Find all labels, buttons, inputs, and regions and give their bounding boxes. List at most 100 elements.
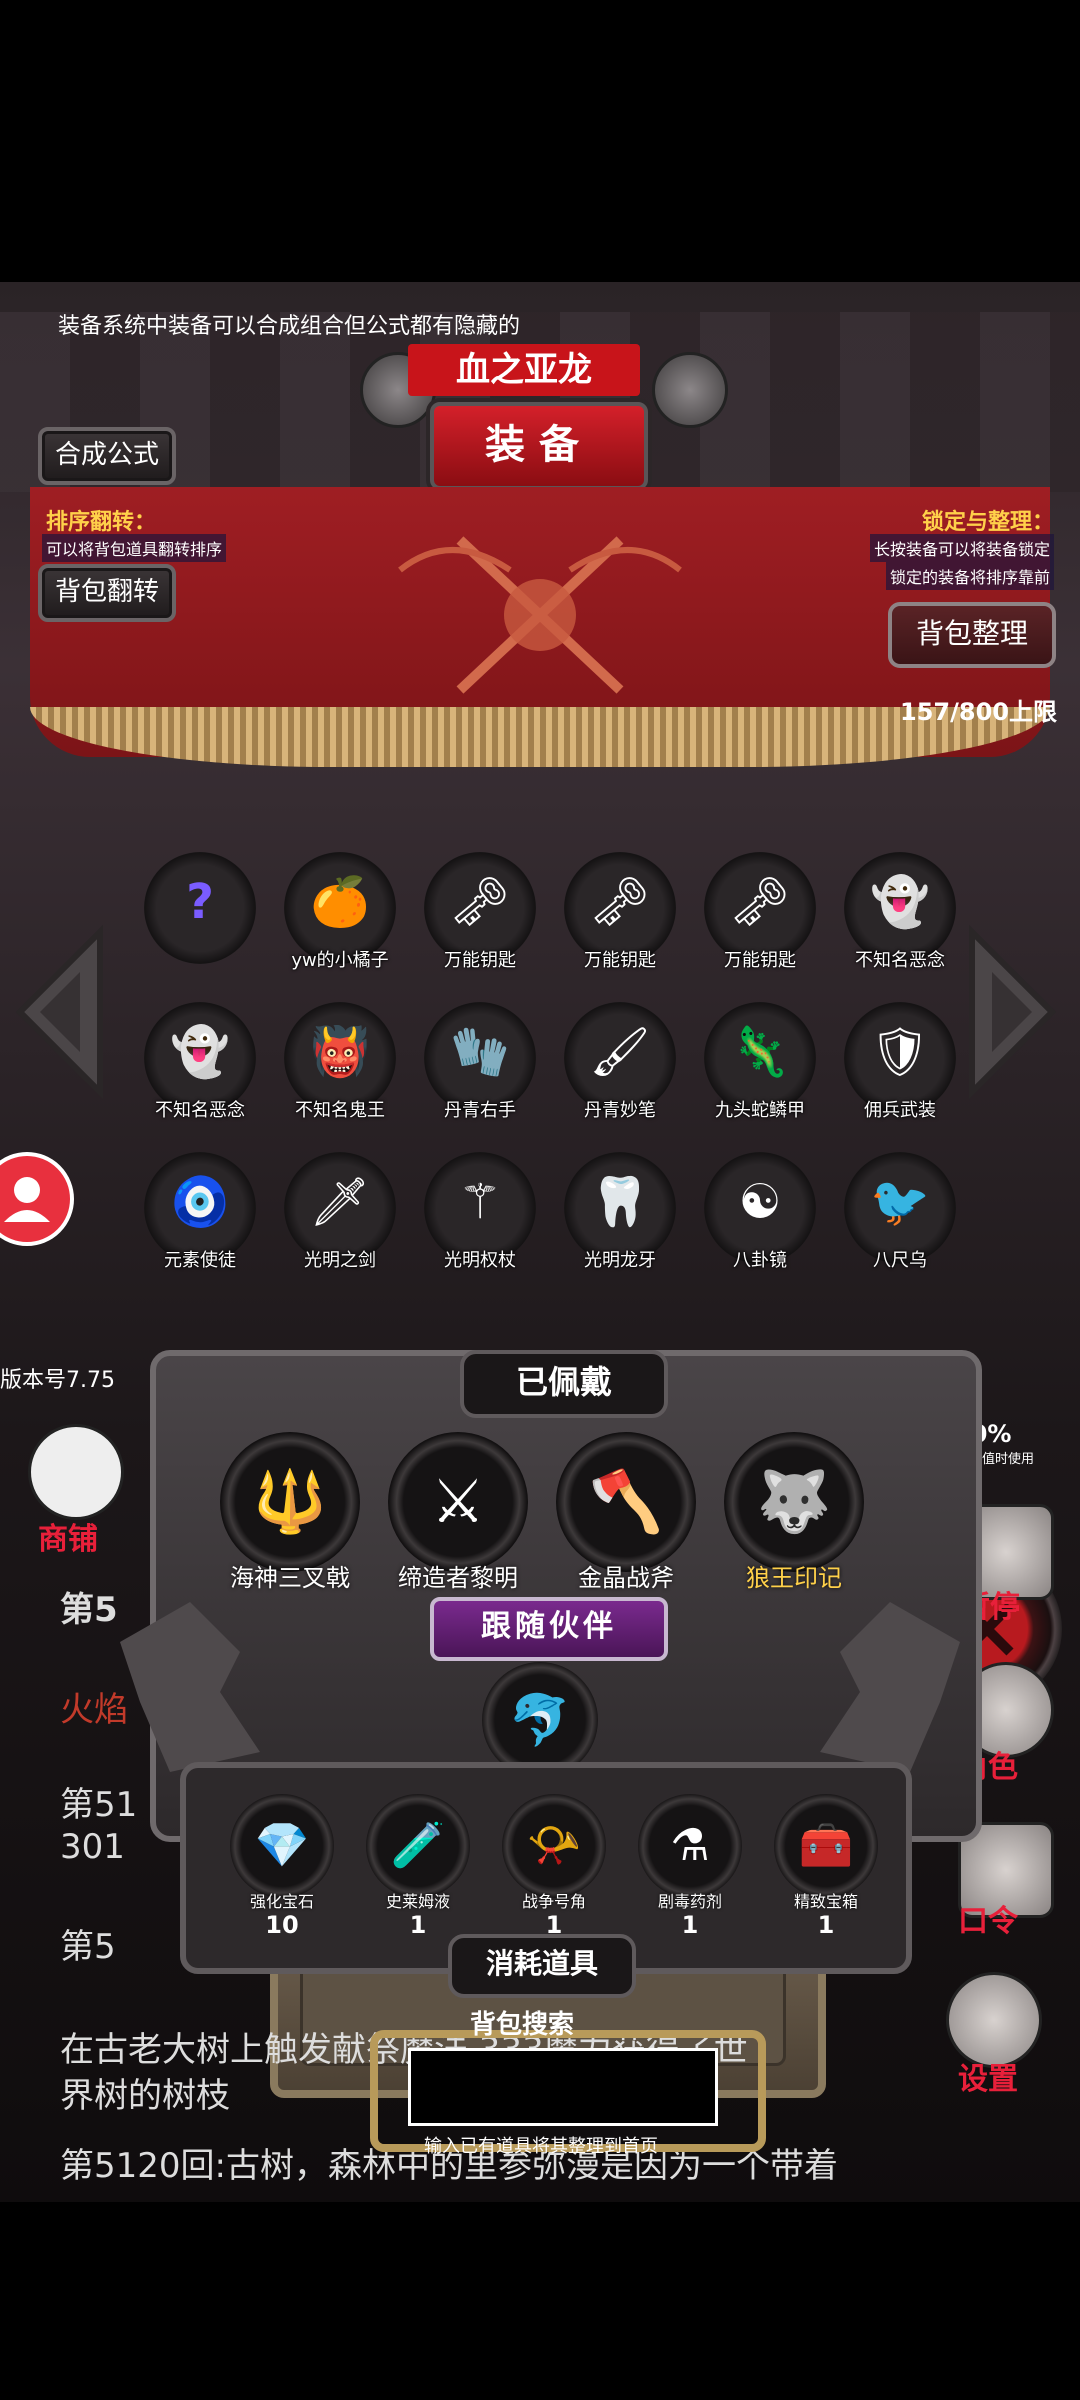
prev-page-arrow-icon[interactable] [10,922,110,1102]
equipped-item[interactable]: 🔱 海神三叉戟 [210,1432,370,1593]
inventory-item[interactable]: 🦎 九头蛇鳞甲 [698,1002,822,1122]
consumable-item[interactable]: ⚗ 剧毒药剂 1 [630,1794,750,1938]
demon-icon: 👹 [310,1024,370,1080]
inventory-item[interactable]: 👹 不知名鬼王 [278,1002,402,1122]
item-label: 八尺乌 [873,1250,927,1271]
item-label: 佣兵武装 [864,1100,936,1121]
item-label: 万能钥匙 [724,950,796,971]
inventory-item[interactable]: 🗝 万能钥匙 [558,852,682,972]
bag-sort-button[interactable]: 背包整理 [888,602,1056,668]
inventory-item[interactable]: ⚚ 光明权杖 [418,1152,542,1272]
curtain-fringe [30,707,1050,767]
bg-line: 301 [60,1827,125,1867]
inventory-item[interactable]: 🍊 yw的小橘子 [278,852,402,972]
item-label: 九头蛇鳞甲 [715,1100,805,1121]
key-icon: 🗝 [589,874,651,930]
inventory-item[interactable]: 👻 不知名恶念 [838,852,962,972]
inventory-item[interactable]: 🗝 万能钥匙 [698,852,822,972]
inventory-item[interactable]: 🗝 万能钥匙 [418,852,542,972]
inventory-item[interactable]: ☯ 八卦镜 [698,1152,822,1272]
consumable-item[interactable]: 🧪 史莱姆液 1 [358,1794,478,1938]
consumable-item[interactable]: 💎 强化宝石 10 [222,1794,342,1938]
next-page-arrow-icon[interactable] [962,922,1062,1102]
mercenary-icon: 🛡 [869,1024,931,1080]
key-icon: 🗝 [449,874,511,930]
consumable-count: 1 [817,1911,835,1939]
golem-icon: 🧿 [170,1174,230,1230]
search-input[interactable] [408,2048,718,2126]
item-label: 丹青妙笔 [584,1100,656,1121]
scepter-icon: ⚚ [458,1174,502,1230]
equipped-item-icon: ⚔ [388,1432,528,1572]
game-screen: 装备系统中装备可以合成组合但公式都有隐藏的 血之亚龙 装备 第5 火焰 第51 … [0,282,1080,2202]
equipped-item[interactable]: ⚔ 缔造者黎明 [378,1432,538,1593]
lock-info-title: 锁定与整理： [922,510,1055,535]
partner-title: 跟随伙伴 [430,1597,668,1661]
consumable-label: 剧毒药剂 [657,1892,722,1911]
capacity-counter: 157/800上限 [900,698,1057,726]
player-title: 血之亚龙 [408,344,640,396]
lock-info-line2: 锁定的装备将排序靠前 [886,562,1055,590]
consumable-item[interactable]: 📯 战争号角 1 [494,1794,614,1938]
equipped-item-label: 金晶战斧 [578,1564,674,1592]
bag-flip-button[interactable]: 背包翻转 [38,564,176,622]
equipped-title: 已佩戴 [460,1350,668,1418]
bg-line: 第5 [60,1927,116,1967]
inventory-item[interactable]: ? [138,852,262,964]
search-hint: 输入已有道具将其整理到首页 [424,2136,658,2157]
consumable-icon: 🧪 [366,1794,470,1898]
inventory-item[interactable]: 🛡 佣兵武装 [838,1002,962,1122]
item-label: 万能钥匙 [444,950,516,971]
shop-icon[interactable] [28,1424,124,1520]
item-label: 不知名鬼王 [295,1100,385,1121]
sword-icon: 🗡 [309,1174,371,1230]
crow-icon: 🐦 [870,1174,930,1230]
consumable-item[interactable]: 🧰 精致宝箱 1 [766,1794,886,1938]
item-label: 光明权杖 [444,1250,516,1271]
bg-line: 界树的树枝 [60,2076,230,2116]
equipped-item[interactable]: 🐺 狼王印记 [714,1432,874,1593]
shop-label[interactable]: 商铺 [38,1514,98,1558]
orange-icon: 🍊 [310,874,370,930]
flip-info-title: 排序翻转： [46,510,157,535]
item-label: 不知名恶念 [855,950,945,971]
brush-icon: 🖌 [589,1024,651,1080]
item-label: 光明龙牙 [584,1250,656,1271]
item-label: yw的小橘子 [291,950,389,971]
synth-formula-button[interactable]: 合成公式 [38,427,176,485]
item-label: 丹青右手 [444,1100,516,1121]
consumable-icon: 🧰 [774,1794,878,1898]
item-label: 不知名恶念 [155,1100,245,1121]
settings-label[interactable]: 设置 [958,2054,1018,2098]
inventory-item[interactable]: 👻 不知名恶念 [138,1002,262,1122]
hint-text: 装备系统中装备可以合成组合但公式都有隐藏的 [58,314,521,339]
left-dragon-icon [120,1602,260,1772]
inventory-item[interactable]: 🧿 元素使徒 [138,1152,262,1272]
consumable-icon: ⚗ [638,1794,742,1898]
ghost-icon: 👻 [870,874,930,930]
inventory-item[interactable]: 🐦 八尺乌 [838,1152,962,1272]
avatar-button[interactable] [0,1152,74,1246]
bg-line: 第51 [60,1785,138,1825]
inventory-item[interactable]: 🧤 丹青右手 [418,1002,542,1122]
right-skull-icon [652,352,728,428]
item-label: 八卦镜 [733,1250,787,1271]
inventory-item[interactable]: 🦷 光明龙牙 [558,1152,682,1272]
glove-icon: 🧤 [450,1024,510,1080]
consumable-label: 史莱姆液 [385,1892,450,1911]
equipped-item[interactable]: 🪓 金晶战斧 [546,1432,706,1593]
inventory-item[interactable]: 🗡 光明之剑 [278,1152,402,1272]
consumable-count: 1 [681,1911,699,1939]
consumables-title: 消耗道具 [448,1934,636,1998]
equipped-item-label: 缔造者黎明 [398,1564,518,1592]
armor-icon: 🦎 [730,1024,790,1080]
code-label[interactable]: 口令 [958,1896,1018,1940]
inventory-item[interactable]: 🖌 丹青妙笔 [558,1002,682,1122]
equipped-item-icon: 🪓 [556,1432,696,1572]
fang-icon: 🦷 [590,1174,650,1230]
equipment-title: 装备 [430,402,648,490]
crossed-swords-emblem-icon [398,536,682,694]
item-label: 万能钥匙 [584,950,656,971]
consumable-count: 10 [265,1911,299,1939]
flip-info-desc: 可以将背包道具翻转排序 [42,534,227,562]
